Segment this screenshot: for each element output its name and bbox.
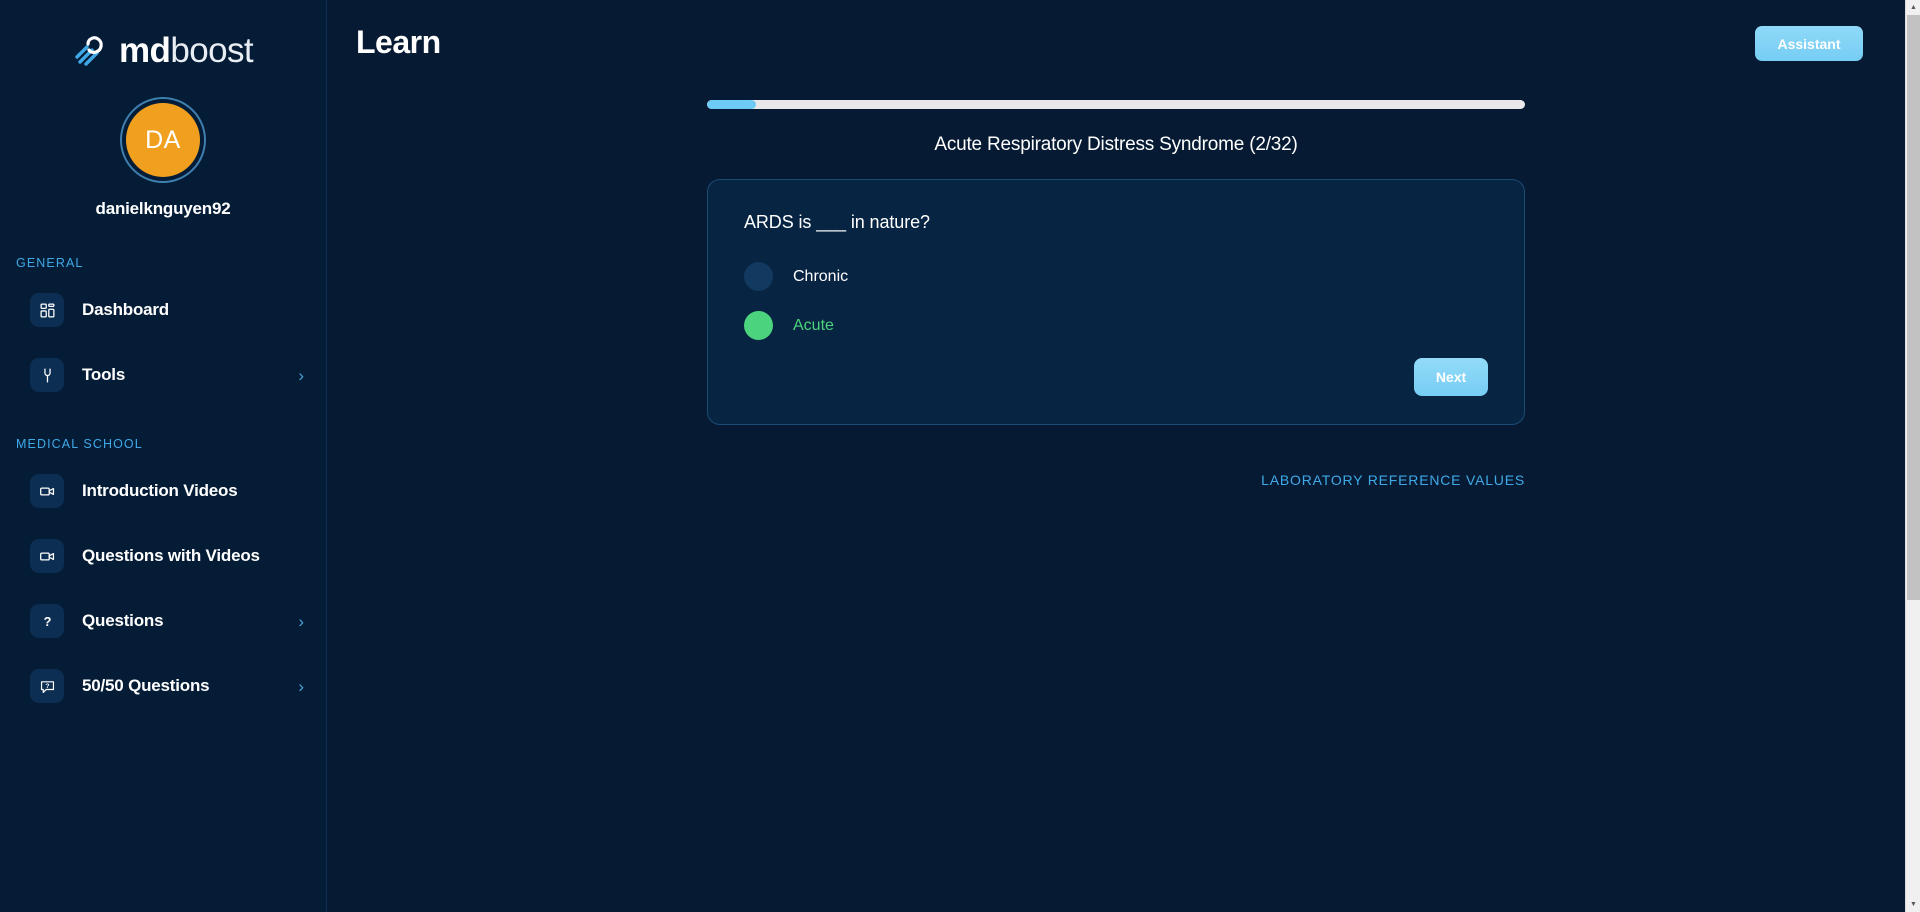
username-label: danielknguyen92 [95,199,231,218]
avatar-ring: DA [120,97,206,183]
answer-option-label: Acute [793,316,834,334]
sidebar-item-label: 50/50 Questions [82,676,210,695]
sidebar-item-label: Tools [82,365,126,384]
chevron-right-icon[interactable]: › [298,678,304,695]
avatar-initials: DA [126,103,200,177]
sidebar-item-label: Questions with Videos [82,546,260,565]
video-camera-icon [30,474,64,508]
scrollbar-up-arrow[interactable]: ▲ [1906,0,1920,15]
sidebar-item-introduction-videos[interactable]: Introduction Videos [0,466,326,516]
scrollbar-down-arrow[interactable]: ▼ [1906,897,1920,912]
brand-name-light: boost [170,30,253,70]
main-content: Learn Assistant Acute Respiratory Distre… [327,0,1905,912]
svg-text:?: ? [43,613,51,628]
lab-link-row: LABORATORY REFERENCE VALUES [707,472,1525,488]
question-mark-icon: ? [30,604,64,638]
radio-dot[interactable] [744,262,773,291]
grid-icon [30,293,64,327]
question-card: ARDS is ___ in nature? Chronic Acute Nex… [707,179,1525,425]
quiz-title: Acute Respiratory Distress Syndrome (2/3… [934,134,1298,155]
laboratory-reference-values-link[interactable]: LABORATORY REFERENCE VALUES [1261,472,1525,488]
answer-option-acute[interactable]: Acute [744,309,1488,342]
sidebar-item-label: Dashboard [82,300,169,319]
card-actions: Next [744,358,1488,396]
avatar[interactable]: DA [0,97,326,183]
sidebar-item-label: Introduction Videos [82,481,238,500]
brand-logo[interactable]: mdboost [0,0,326,69]
answer-options: Chronic Acute [744,260,1488,342]
sidebar-section-general: GENERAL [16,256,84,270]
radio-dot-selected[interactable] [744,311,773,340]
chat-question-icon: ? [30,669,64,703]
answer-option-chronic[interactable]: Chronic [744,260,1488,293]
next-button[interactable]: Next [1414,358,1488,396]
sidebar-item-dashboard[interactable]: Dashboard [0,285,326,335]
app-root: mdboost DA danielknguyen92 GENERAL Dashb… [0,0,1905,912]
chevron-right-icon[interactable]: › [298,367,304,384]
page-title: Learn [356,24,441,60]
quiz-progress-fill [707,100,757,109]
brand-name-bold: md [119,30,171,70]
sidebar-section-medical-school: MEDICAL SCHOOL [16,437,143,451]
sidebar-item-5050-questions[interactable]: ? 50/50 Questions › [0,661,326,711]
answer-option-label: Chronic [793,267,849,285]
video-camera-icon [30,539,64,573]
sidebar-item-tools[interactable]: Tools › [0,350,326,400]
sidebar-item-questions-with-videos[interactable]: Questions with Videos [0,531,326,581]
chevron-right-icon[interactable]: › [298,613,304,630]
quiz-area: Acute Respiratory Distress Syndrome (2/3… [327,100,1905,488]
page-scrollbar[interactable]: ▲ ▼ [1905,0,1920,912]
sidebar-item-label: Questions [82,611,164,630]
svg-text:?: ? [45,683,49,690]
scrollbar-thumb[interactable] [1907,15,1920,600]
quiz-progress-bar [707,100,1525,109]
question-text: ARDS is ___ in nature? [744,212,930,232]
sidebar-item-questions[interactable]: ? Questions › [0,596,326,646]
assistant-button[interactable]: Assistant [1755,26,1863,61]
sidebar: mdboost DA danielknguyen92 GENERAL Dashb… [0,0,327,912]
mdboost-logo-icon [73,31,111,69]
wrench-icon [30,358,64,392]
